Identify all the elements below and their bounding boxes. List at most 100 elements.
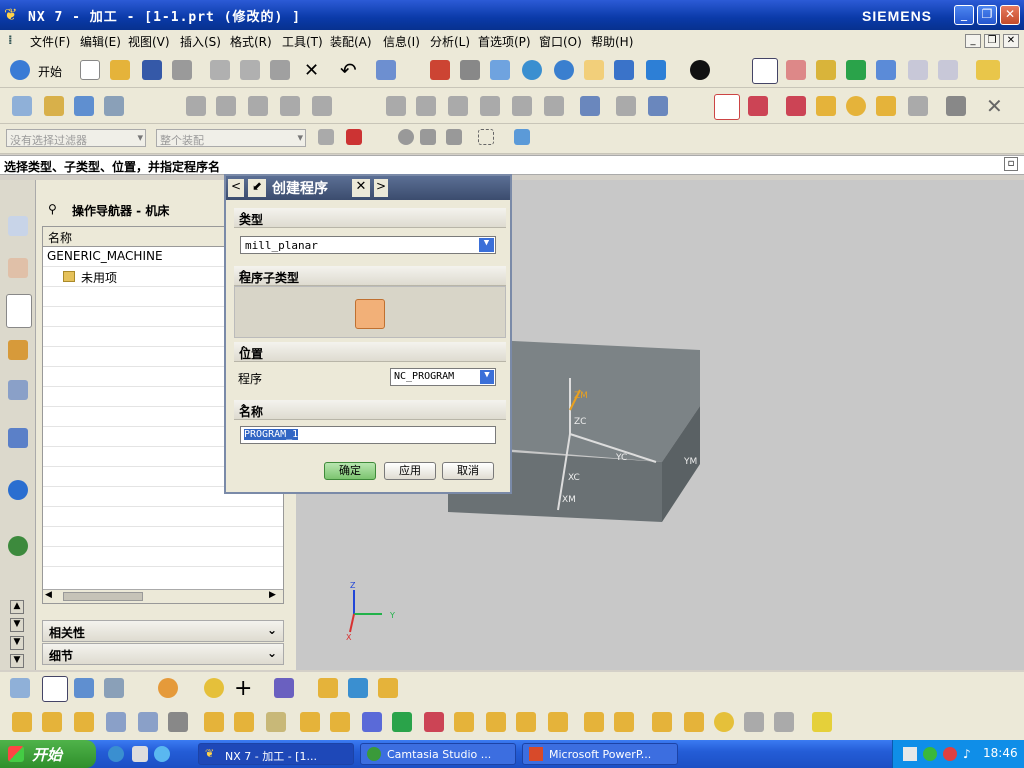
- speed-icon[interactable]: [816, 96, 836, 116]
- scroll-last-icon[interactable]: ▼: [10, 654, 24, 668]
- doc-close-button[interactable]: ✕: [1003, 34, 1019, 48]
- undo-icon[interactable]: ↶: [340, 58, 357, 82]
- create-tool-icon[interactable]: [44, 96, 64, 116]
- copy-object-icon[interactable]: [448, 96, 468, 116]
- ie-icon[interactable]: [108, 746, 124, 762]
- subtract-icon[interactable]: [138, 712, 158, 732]
- web-browser-icon[interactable]: [8, 536, 28, 556]
- scroll-left-icon[interactable]: ◀: [45, 590, 52, 600]
- scroll-end-icon[interactable]: ▼: [10, 636, 24, 650]
- measure-icon[interactable]: [976, 60, 1000, 80]
- reuse-library-icon[interactable]: [8, 380, 28, 400]
- replace-face-icon[interactable]: [614, 712, 634, 732]
- shop-doc-icon[interactable]: [938, 60, 958, 80]
- menu-file[interactable]: 文件(F): [30, 33, 70, 50]
- shaded-cube-icon[interactable]: [646, 60, 666, 80]
- network-icon[interactable]: [903, 747, 917, 761]
- menu-edit[interactable]: 编辑(E): [80, 33, 121, 50]
- hole-icon[interactable]: [266, 712, 286, 732]
- chamfer-icon[interactable]: [234, 712, 254, 732]
- restore-button[interactable]: ❐: [977, 5, 997, 25]
- method-icon[interactable]: [104, 678, 124, 698]
- zoom-window-icon[interactable]: [460, 60, 480, 80]
- close-button[interactable]: ✕: [1000, 5, 1020, 25]
- program-select[interactable]: NC_PROGRAM ▼: [390, 368, 496, 386]
- os-start-button[interactable]: 开始: [0, 740, 96, 768]
- feature-icon[interactable]: [12, 712, 32, 732]
- snap-icon[interactable]: [346, 129, 362, 145]
- security-icon[interactable]: [923, 747, 937, 761]
- menu-assembly[interactable]: 装配(A): [330, 33, 372, 50]
- cue-close-icon[interactable]: ▫: [1004, 157, 1018, 171]
- ok-button[interactable]: 确定: [324, 462, 376, 480]
- create-method-icon[interactable]: [104, 96, 124, 116]
- forward-icon[interactable]: >: [374, 179, 388, 197]
- scroll-thumb[interactable]: [63, 592, 143, 601]
- pin-icon[interactable]: ⚲: [48, 202, 57, 216]
- operation-icon[interactable]: [714, 94, 740, 120]
- draft-icon[interactable]: [486, 712, 506, 732]
- assembly-icon[interactable]: [652, 712, 672, 732]
- menu-tools[interactable]: 工具(T): [282, 33, 323, 50]
- arrangement-icon[interactable]: [812, 712, 832, 732]
- cut-icon[interactable]: [210, 60, 230, 80]
- operation-nav-icon[interactable]: [6, 294, 32, 328]
- tool-path-icon[interactable]: [748, 96, 768, 116]
- box-select-icon[interactable]: [478, 129, 494, 145]
- revolve-icon[interactable]: [74, 712, 94, 732]
- display-icon[interactable]: [946, 96, 966, 116]
- rotate-icon[interactable]: [554, 60, 574, 80]
- chevron-down-icon[interactable]: ▼: [480, 370, 494, 384]
- machine-view-icon[interactable]: [42, 676, 68, 702]
- zoom-in-icon[interactable]: [522, 60, 542, 80]
- point-icon[interactable]: +: [234, 676, 252, 701]
- wcs-icon[interactable]: [752, 58, 778, 84]
- fit-icon[interactable]: [430, 60, 450, 80]
- perspective-icon[interactable]: [614, 60, 634, 80]
- type-select[interactable]: mill_planar ▼: [240, 236, 496, 254]
- move-face-icon[interactable]: [548, 712, 568, 732]
- scroll-up-icon[interactable]: ▲: [10, 600, 24, 614]
- location-section-header[interactable]: 位置 ⌃: [234, 342, 506, 362]
- object-icon[interactable]: [876, 96, 896, 116]
- collapse-section-icon[interactable]: ⌃: [239, 210, 500, 223]
- back-icon[interactable]: <: [228, 179, 244, 197]
- apply-button[interactable]: 应用: [384, 462, 436, 480]
- assembly-filter-select[interactable]: 整个装配 ▾: [156, 129, 306, 147]
- delete-icon[interactable]: ✕: [304, 60, 319, 81]
- blank-icon[interactable]: [908, 96, 928, 116]
- constraint-nav-icon[interactable]: [8, 258, 28, 278]
- type-section-header[interactable]: 类型 ⌃: [234, 208, 506, 228]
- new-icon[interactable]: [80, 60, 100, 80]
- create-program-icon[interactable]: [12, 96, 32, 116]
- geometry-icon[interactable]: [74, 678, 94, 698]
- dialog-close-button[interactable]: ✕: [352, 179, 370, 197]
- display-3d-icon[interactable]: [158, 678, 178, 698]
- component-icon[interactable]: [684, 712, 704, 732]
- paste-object-icon[interactable]: [480, 96, 500, 116]
- clock[interactable]: 18:46: [983, 746, 1018, 760]
- menu-view[interactable]: 视图(V): [128, 33, 170, 50]
- type-filter-select[interactable]: 没有选择过滤器 ▾: [6, 129, 146, 147]
- cut-view-icon[interactable]: [312, 96, 332, 116]
- verify-icon[interactable]: [846, 60, 866, 80]
- cut-object-icon[interactable]: [416, 96, 436, 116]
- create-operation-icon[interactable]: [10, 678, 30, 698]
- open-icon[interactable]: [110, 60, 130, 80]
- synchronous-icon[interactable]: [584, 712, 604, 732]
- related-panel-header[interactable]: 相关性 ⌄: [42, 620, 284, 642]
- snap-mid-icon[interactable]: [446, 129, 462, 145]
- collapse-section-icon[interactable]: ⌃: [239, 402, 500, 415]
- snap-center-icon[interactable]: [398, 129, 414, 145]
- postprocess-icon[interactable]: [908, 60, 928, 80]
- details-panel-header[interactable]: 细节 ⌄: [42, 643, 284, 665]
- update-icon[interactable]: [943, 747, 957, 761]
- thread-icon[interactable]: [516, 712, 536, 732]
- trim-icon[interactable]: [392, 712, 412, 732]
- subtype-section-header[interactable]: 程序子类型 ⌃: [234, 266, 506, 286]
- rename-icon[interactable]: [512, 96, 532, 116]
- save-icon[interactable]: [142, 60, 162, 80]
- paste-icon[interactable]: [270, 60, 290, 80]
- collapse-section-icon[interactable]: ⌃: [239, 268, 500, 281]
- edit-object-icon[interactable]: [386, 96, 406, 116]
